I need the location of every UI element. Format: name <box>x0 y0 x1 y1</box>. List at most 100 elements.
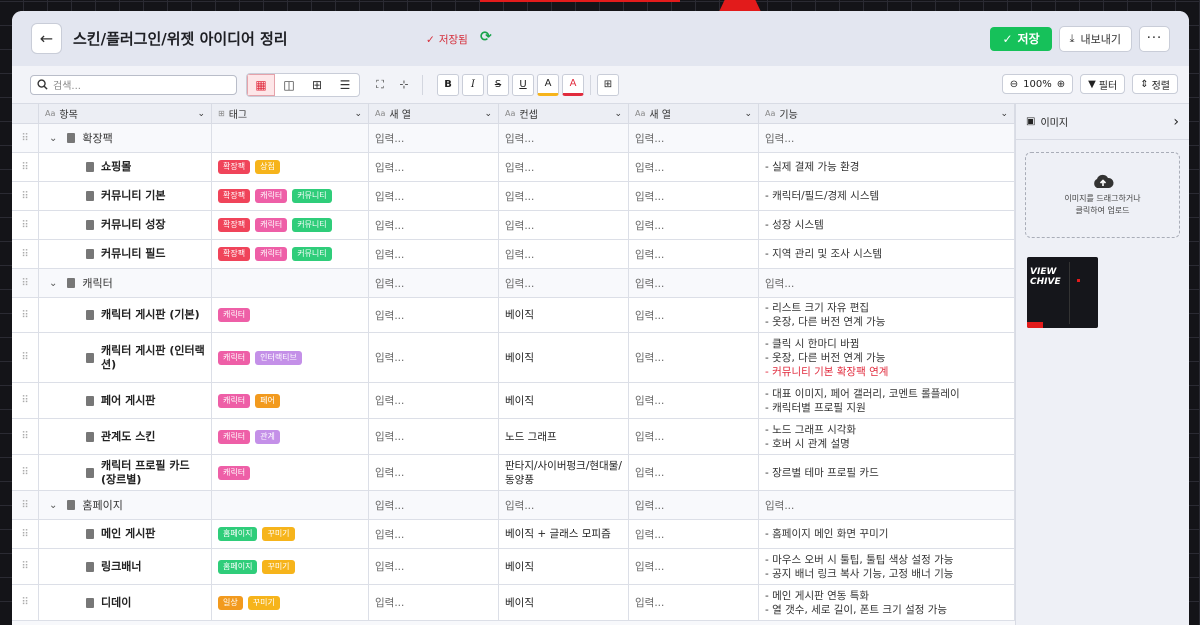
drag-handle-icon[interactable]: ⠿ <box>12 520 39 548</box>
feature-cell[interactable]: - 실제 결제 가능 환경 <box>759 153 1015 181</box>
tags-cell[interactable]: 캐릭터 <box>212 298 369 332</box>
new-column-cell-2[interactable]: 입력... <box>629 549 759 584</box>
tags-cell[interactable]: 확장팩 캐릭터 커뮤니티 <box>212 240 369 268</box>
concept-cell[interactable]: 베이직 <box>499 333 629 382</box>
item-name-cell[interactable]: 캐릭터 게시판 (인터랙션) <box>39 333 212 382</box>
concept-cell[interactable]: 입력... <box>499 211 629 239</box>
group-row[interactable]: ⠿ ⌄ 확장팩 입력... 입력... 입력... 입력... <box>12 124 1015 153</box>
table-view-icon[interactable]: ▦ <box>247 73 275 96</box>
new-column-cell[interactable]: 입력... <box>369 298 499 332</box>
feature-cell[interactable]: 입력... <box>759 491 1015 519</box>
item-name-cell[interactable]: 커뮤니티 성장 <box>39 211 212 239</box>
concept-cell[interactable]: 베이직 <box>499 549 629 584</box>
tags-cell[interactable]: 확장팩 상점 <box>212 153 369 181</box>
new-column-cell-2[interactable]: 입력... <box>629 455 759 490</box>
feature-cell[interactable]: - 대표 이미지, 페어 갤러리, 코멘트 롤플레이 - 캐릭터별 프로필 지원 <box>759 383 1015 418</box>
tags-cell[interactable] <box>212 124 369 152</box>
new-column-cell[interactable]: 입력... <box>369 455 499 490</box>
new-column-cell-2[interactable]: 입력... <box>629 269 759 297</box>
concept-cell[interactable]: 입력... <box>499 124 629 152</box>
highlight-button[interactable]: A <box>537 73 559 96</box>
save-button[interactable]: ✓ 저장 <box>990 26 1052 51</box>
feature-cell[interactable]: - 장르별 테마 프로필 카드 <box>759 455 1015 490</box>
drag-handle-icon[interactable]: ⠿ <box>12 211 39 239</box>
column-header-1[interactable]: Aa 항목 ⌄ <box>39 104 212 123</box>
sort-button[interactable]: ⇕ 정렬 <box>1132 74 1178 94</box>
feature-cell[interactable]: - 클릭 시 한마디 바뀜 - 옷장, 다른 버전 연계 가능 - 커뮤니티 기본 … <box>759 333 1015 382</box>
tags-cell[interactable]: 캐릭터 페어 <box>212 383 369 418</box>
tags-cell[interactable]: 일상 꾸미기 <box>212 585 369 620</box>
tags-cell[interactable]: 홈페이지 꾸미기 <box>212 549 369 584</box>
group-name[interactable]: 홈페이지 <box>82 497 122 513</box>
concept-cell[interactable]: 입력... <box>499 153 629 181</box>
feature-cell[interactable]: - 리스트 크기 자유 편집 - 옷장, 다른 버전 연계 가능 <box>759 298 1015 332</box>
item-name-cell[interactable]: 디데이 <box>39 585 212 620</box>
concept-cell[interactable]: 노드 그래프 <box>499 419 629 454</box>
feature-cell[interactable]: - 마우스 오버 시 툴팁, 툴팁 색상 설정 가능 - 공지 배너 링크 복사 … <box>759 549 1015 584</box>
drag-handle-icon[interactable]: ⠿ <box>12 269 39 297</box>
concept-cell[interactable]: 베이직 <box>499 298 629 332</box>
table-row[interactable]: ⠿ 쇼핑몰 확장팩 상점 입력... 입력... 입력... - 실제 결제 가능 환경 <box>12 153 1015 182</box>
expand-icon[interactable]: ⛶ <box>368 73 392 97</box>
group-row[interactable]: ⠿ ⌄ 홈페이지 입력... 입력... 입력... 입력... <box>12 491 1015 520</box>
new-column-cell-2[interactable]: 입력... <box>629 182 759 210</box>
concept-cell[interactable]: 입력... <box>499 240 629 268</box>
item-name-cell[interactable]: 쇼핑몰 <box>39 153 212 181</box>
export-button[interactable]: ⤓ 내보내기 <box>1058 25 1132 52</box>
chevron-down-icon[interactable]: ⌄ <box>354 109 362 119</box>
new-column-cell[interactable]: 입력... <box>369 383 499 418</box>
chevron-down-icon[interactable]: ⌄ <box>197 109 205 119</box>
feature-cell[interactable]: - 성장 시스템 <box>759 211 1015 239</box>
strikethrough-button[interactable]: S <box>487 73 509 96</box>
item-name-cell[interactable]: 커뮤니티 기본 <box>39 182 212 210</box>
concept-cell[interactable]: 판타지/사이버펑크/현대물/동양풍 <box>499 455 629 490</box>
chevron-right-icon[interactable]: › <box>1173 114 1179 130</box>
image-thumbnail[interactable]: VIEW CHIVE <box>1027 257 1098 328</box>
italic-button[interactable]: I <box>462 73 484 96</box>
table-row[interactable]: ⠿ 메인 게시판 홈페이지 꾸미기 입력... 베이직 + 글래스 모피즘 입력... - 홈… <box>12 520 1015 549</box>
drag-handle-icon[interactable]: ⠿ <box>12 419 39 454</box>
column-header-3[interactable]: Aa 새 열 ⌄ <box>369 104 499 123</box>
concept-cell[interactable]: 베이직 + 글래스 모피즘 <box>499 520 629 548</box>
table-row[interactable]: ⠿ 디데이 일상 꾸미기 입력... 베이직 입력... - 메인 게시판 연동 특화 - 열 … <box>12 585 1015 621</box>
back-button[interactable]: ← <box>31 23 62 54</box>
group-name[interactable]: 캐릭터 <box>82 275 112 291</box>
concept-cell[interactable]: 베이직 <box>499 585 629 620</box>
search-input[interactable]: 검색... <box>30 74 237 95</box>
feature-cell[interactable]: - 캐릭터/필드/경제 시스템 <box>759 182 1015 210</box>
new-column-cell-2[interactable]: 입력... <box>629 298 759 332</box>
new-column-cell-2[interactable]: 입력... <box>629 419 759 454</box>
drag-handle-icon[interactable]: ⠿ <box>12 383 39 418</box>
new-column-cell[interactable]: 입력... <box>369 520 499 548</box>
new-column-cell-2[interactable]: 입력... <box>629 124 759 152</box>
new-column-cell[interactable]: 입력... <box>369 240 499 268</box>
chevron-down-icon[interactable]: ⌄ <box>744 109 752 119</box>
drag-handle-icon[interactable]: ⠿ <box>12 491 39 519</box>
board-view-icon[interactable]: ◫ <box>275 74 303 96</box>
image-panel-header[interactable]: ▣ 이미지 › <box>1016 104 1189 140</box>
table-insert-icon[interactable]: ⊞ <box>597 73 619 96</box>
column-header-4[interactable]: Aa 컨셉 ⌄ <box>499 104 629 123</box>
zoom-out-icon[interactable]: ⊖ <box>1010 79 1018 90</box>
chevron-down-icon[interactable]: ⌄ <box>49 500 57 511</box>
chevron-down-icon[interactable]: ⌄ <box>49 133 57 144</box>
new-column-cell[interactable]: 입력... <box>369 124 499 152</box>
feature-cell[interactable]: 입력... <box>759 124 1015 152</box>
new-column-cell-2[interactable]: 입력... <box>629 383 759 418</box>
drag-handle-icon[interactable]: ⠿ <box>12 124 39 152</box>
concept-cell[interactable]: 입력... <box>499 269 629 297</box>
feature-cell[interactable]: - 지역 관리 및 조사 시스템 <box>759 240 1015 268</box>
table-row[interactable]: ⠿ 링크배너 홈페이지 꾸미기 입력... 베이직 입력... - 마우스 오버 시 툴팁, … <box>12 549 1015 585</box>
concept-cell[interactable]: 입력... <box>499 491 629 519</box>
new-column-cell-2[interactable]: 입력... <box>629 240 759 268</box>
settings-sliders-icon[interactable]: ☰ <box>331 74 359 96</box>
item-name-cell[interactable]: 링크배너 <box>39 549 212 584</box>
concept-cell[interactable]: 입력... <box>499 182 629 210</box>
collapse-icon[interactable]: ⊹ <box>392 73 416 97</box>
sync-icon[interactable]: ⟳ <box>480 29 492 45</box>
new-column-cell-2[interactable]: 입력... <box>629 491 759 519</box>
new-column-cell[interactable]: 입력... <box>369 491 499 519</box>
column-header-5[interactable]: Aa 새 열 ⌄ <box>629 104 759 123</box>
new-column-cell[interactable]: 입력... <box>369 211 499 239</box>
item-name-cell[interactable]: 캐릭터 프로필 카드 (장르별) <box>39 455 212 490</box>
